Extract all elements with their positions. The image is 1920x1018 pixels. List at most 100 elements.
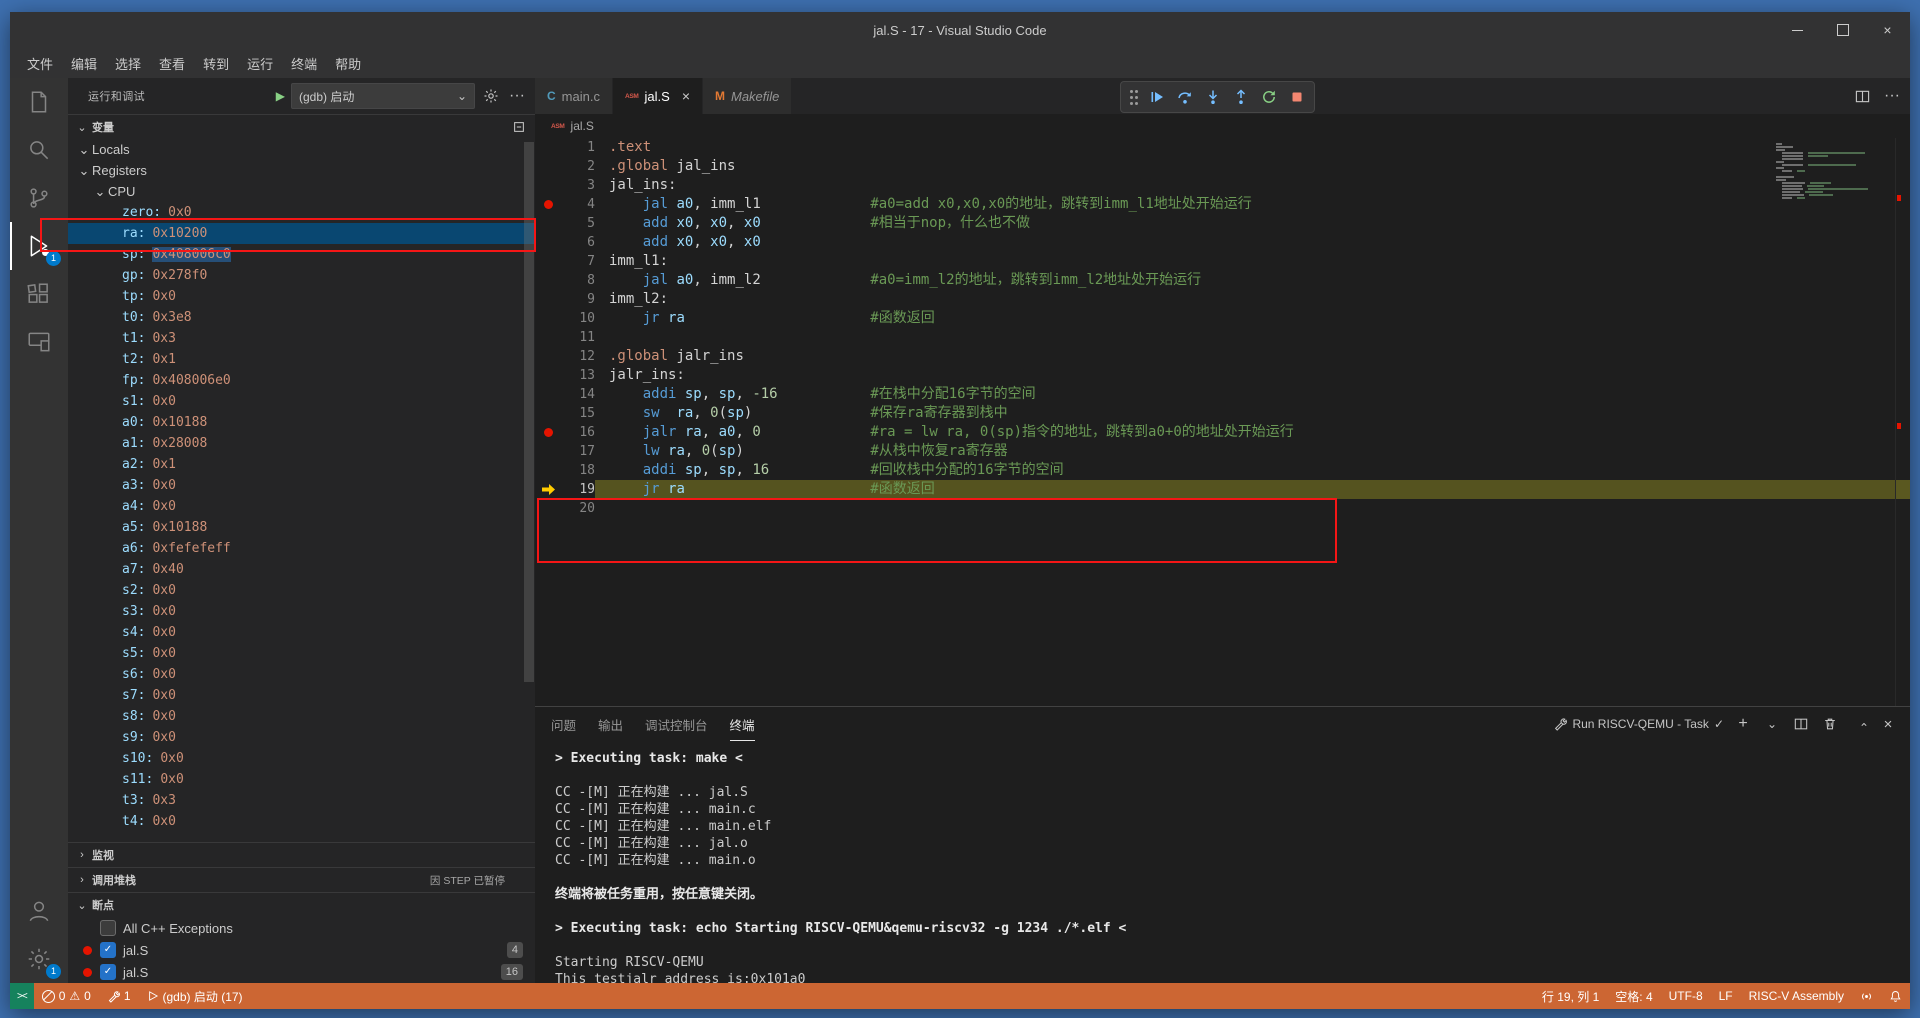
notifications-button[interactable] [1881,983,1910,1009]
register-row[interactable]: s5: 0x0 [68,643,535,664]
activity-source-control[interactable] [10,174,68,222]
broadcast-indicator[interactable] [1852,983,1881,1009]
register-row[interactable]: tp: 0x0 [68,286,535,307]
tab-Makefile[interactable]: M Makefile [703,78,793,114]
register-row[interactable]: a5: 0x10188 [68,517,535,538]
breakpoint-row[interactable]: All C++ Exceptions [68,917,535,939]
register-row[interactable]: a2: 0x1 [68,454,535,475]
close-panel-button[interactable]: × [1878,714,1898,734]
register-row[interactable]: s8: 0x0 [68,706,535,727]
register-row[interactable]: s4: 0x0 [68,622,535,643]
menu-item[interactable]: 运行 [238,54,282,73]
breakpoint-gutter[interactable] [535,195,561,214]
register-row[interactable]: s11: 0x0 [68,769,535,790]
register-row[interactable]: a7: 0x40 [68,559,535,580]
panel-tab-调试控制台[interactable]: 调试控制台 [645,708,708,741]
breakpoints-header[interactable]: ⌄ 断点 [68,892,535,917]
tab-main.c[interactable]: Cmain.c [535,78,613,114]
stop-button[interactable] [1285,85,1309,109]
code-text[interactable]: addi sp, sp, -16 #在栈中分配16字节的空间 [595,385,1896,404]
panel-tab-输出[interactable]: 输出 [598,708,623,741]
variables-header[interactable]: ⌄ 变量 [68,114,535,139]
collapse-all-button[interactable] [509,117,529,137]
cursor-position[interactable]: 行 19, 列 1 [1534,983,1607,1009]
register-row[interactable]: s1: 0x0 [68,391,535,412]
register-row[interactable]: t3: 0x3 [68,790,535,811]
kill-terminal-button[interactable] [1820,714,1840,734]
code-text[interactable]: .text [595,138,1896,157]
register-row[interactable]: sp: 0x408006c0 [68,244,535,265]
code-text[interactable]: .global jalr_ins [595,347,1896,366]
menu-item[interactable]: 终端 [282,54,326,73]
code-text[interactable]: jalr ra, a0, 0 #ra = lw ra, 0(sp)指令的地址，跳… [595,423,1896,442]
start-debug-button[interactable]: ▶ [276,89,285,103]
scope-row[interactable]: ⌄ Registers [68,160,535,181]
step-over-button[interactable] [1173,85,1197,109]
split-editor-button[interactable] [1852,86,1872,106]
breakpoint-row[interactable]: ✓ jal.S 16 [68,961,535,983]
code-text[interactable]: jal a0, imm_l2 #a0=imm_l2的地址，跳转到imm_l2地址… [595,271,1896,290]
activity-account[interactable] [10,887,68,935]
activity-remote-explorer[interactable] [10,318,68,366]
activity-run-debug[interactable]: 1 [10,222,68,270]
breadcrumb[interactable]: ASM jal.S [535,114,1910,138]
activity-settings[interactable]: 1 [10,935,68,983]
code-text[interactable]: jr ra #函数返回 [595,309,1896,328]
breakpoint-gutter[interactable] [535,423,561,442]
language-mode[interactable]: RISC-V Assembly [1741,983,1852,1009]
breakpoint-checkbox[interactable]: ✓ [100,942,116,958]
breakpoint-row[interactable]: ✓ jal.S 4 [68,939,535,961]
more-actions-button[interactable]: ··· [507,86,527,106]
register-row[interactable]: a4: 0x0 [68,496,535,517]
activity-explorer[interactable] [10,78,68,126]
register-row[interactable]: ra: 0x10200 [68,223,535,244]
watch-header[interactable]: › 监视 [68,842,535,867]
register-row[interactable]: gp: 0x278f0 [68,265,535,286]
register-row[interactable]: s6: 0x0 [68,664,535,685]
step-into-button[interactable] [1201,85,1225,109]
more-actions-button[interactable]: ··· [1882,86,1902,106]
debug-session-indicator[interactable]: (gdb) 启动 (17) [139,983,251,1009]
indentation[interactable]: 空格: 4 [1607,983,1660,1009]
debug-settings-button[interactable] [481,86,501,106]
problems-indicator[interactable]: 0 ⚠ 0 [34,983,99,1009]
code-text[interactable]: add x0, x0, x0 #相当于nop，什么也不做 [595,214,1896,233]
scope-row[interactable]: ⌄ Locals [68,139,535,160]
register-row[interactable]: zero: 0x0 [68,202,535,223]
breakpoint-checkbox[interactable]: ✓ [100,964,116,980]
remote-indicator[interactable]: >< [10,983,34,1009]
register-row[interactable]: t1: 0x3 [68,328,535,349]
code-text[interactable]: add x0, x0, x0 [595,233,1896,252]
register-row[interactable]: s10: 0x0 [68,748,535,769]
callstack-header[interactable]: › 调用堆栈 因 STEP 已暂停 [68,867,535,892]
tab-jal.S[interactable]: ASM jal.S × [612,78,703,114]
minimize-button[interactable] [1775,12,1820,48]
minimap[interactable] [1772,140,1896,206]
panel-tab-问题[interactable]: 问题 [551,708,576,741]
maximize-button[interactable] [1820,12,1865,48]
step-out-button[interactable] [1229,85,1253,109]
code-text[interactable]: jr ra #函数返回 [595,480,1896,499]
menu-item[interactable]: 选择 [106,54,150,73]
register-row[interactable]: fp: 0x408006e0 [68,370,535,391]
close-button[interactable]: × [1865,12,1910,48]
menu-item[interactable]: 帮助 [326,54,370,73]
activity-search[interactable] [10,126,68,174]
running-tasks-indicator[interactable]: 1 [99,983,139,1009]
code-text[interactable]: addi sp, sp, 16 #回收栈中分配的16字节的空间 [595,461,1896,480]
drag-handle-icon[interactable] [1130,89,1133,93]
split-terminal-button[interactable] [1791,714,1811,734]
terminal-dropdown-chevron-icon[interactable]: ⌄ [1762,714,1782,734]
menu-item[interactable]: 转到 [194,54,238,73]
code-text[interactable]: jalr_ins: [595,366,1896,385]
encoding[interactable]: UTF-8 [1661,983,1711,1009]
panel-tab-终端[interactable]: 终端 [730,708,755,741]
launch-config-dropdown[interactable]: (gdb) 启动 ⌄ [291,83,475,109]
register-row[interactable]: s2: 0x0 [68,580,535,601]
register-row[interactable]: a3: 0x0 [68,475,535,496]
register-row[interactable]: a1: 0x28008 [68,433,535,454]
new-terminal-button[interactable]: + [1733,714,1753,734]
terminal-task[interactable]: Run RISCV-QEMU - Task ✓ [1553,717,1724,731]
code-text[interactable]: lw ra, 0(sp) #从栈中恢复ra寄存器 [595,442,1896,461]
register-row[interactable]: a0: 0x10188 [68,412,535,433]
